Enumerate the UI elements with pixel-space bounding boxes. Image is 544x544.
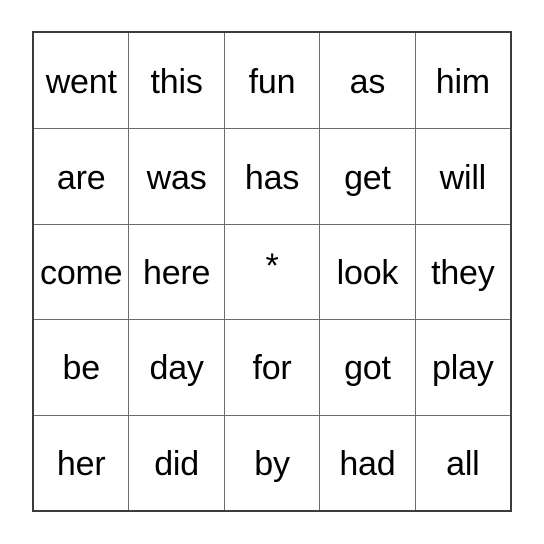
bingo-row: be day for got play: [34, 319, 511, 415]
bingo-cell-r0c3[interactable]: as: [319, 33, 415, 129]
bingo-cell-label: had: [339, 444, 396, 483]
free-space-asterisk-icon: *: [265, 246, 279, 285]
bingo-cell-r1c4[interactable]: will: [414, 129, 511, 224]
bingo-cell-label: got: [344, 349, 391, 388]
bingo-cell-r4c0[interactable]: her: [34, 415, 129, 510]
bingo-cell-label: him: [435, 62, 490, 101]
bingo-cell-label: play: [432, 349, 494, 388]
bingo-cell-label: will: [439, 158, 487, 197]
bingo-cell-label: was: [146, 158, 207, 197]
bingo-cell-r1c0[interactable]: are: [34, 129, 129, 224]
bingo-cell-r3c0[interactable]: be: [34, 320, 129, 415]
bingo-cell-label: they: [431, 253, 495, 292]
bingo-cell-r4c3[interactable]: had: [319, 415, 415, 510]
bingo-cell-r0c1[interactable]: this: [128, 33, 224, 129]
bingo-cell-label: get: [344, 158, 391, 197]
bingo-cell-r4c2[interactable]: by: [223, 415, 320, 510]
bingo-cell-label: by: [254, 444, 290, 483]
bingo-cell-label: has: [244, 158, 300, 197]
bingo-cell-r2c1[interactable]: here: [128, 224, 224, 320]
bingo-cell-label: here: [142, 253, 211, 292]
bingo-cell-r3c1[interactable]: day: [128, 320, 224, 415]
bingo-cell-r1c2[interactable]: has: [223, 129, 320, 224]
bingo-cell-label: as: [349, 62, 386, 101]
bingo-cell-r1c1[interactable]: was: [128, 129, 224, 224]
bingo-cell-label: all: [446, 444, 480, 483]
bingo-cell-label: for: [252, 349, 292, 388]
bingo-cell-r2c4[interactable]: they: [414, 224, 511, 320]
bingo-cell-label: be: [62, 349, 100, 388]
bingo-row: are was has get will: [34, 128, 511, 224]
bingo-cell-r2c0[interactable]: come: [34, 224, 129, 320]
bingo-row: come here * look they: [34, 223, 511, 320]
bingo-card: went this fun as him are was has get wil…: [32, 31, 512, 512]
bingo-cell-label: fun: [248, 62, 296, 101]
bingo-cell-r3c4[interactable]: play: [414, 320, 511, 415]
bingo-cell-label: this: [150, 62, 203, 101]
bingo-cell-r4c4[interactable]: all: [414, 415, 511, 510]
bingo-cell-r3c3[interactable]: got: [319, 320, 415, 415]
bingo-cell-label: her: [56, 444, 106, 483]
bingo-cell-label: day: [149, 349, 204, 388]
bingo-cell-r1c3[interactable]: get: [319, 129, 415, 224]
bingo-row: her did by had all: [34, 414, 511, 510]
bingo-row: went this fun as him: [34, 33, 511, 129]
bingo-cell-label: are: [56, 158, 106, 197]
bingo-cell-r0c2[interactable]: fun: [223, 33, 320, 129]
bingo-cell-r0c4[interactable]: him: [414, 33, 511, 129]
bingo-cell-r3c2[interactable]: for: [223, 320, 320, 415]
bingo-cell-label: look: [336, 253, 399, 292]
bingo-cell-free-space[interactable]: *: [223, 224, 320, 320]
bingo-cell-label: come: [40, 253, 123, 292]
bingo-cell-r2c3[interactable]: look: [319, 224, 415, 320]
bingo-cell-label: went: [45, 62, 117, 101]
bingo-cell-r0c0[interactable]: went: [34, 33, 129, 129]
bingo-cell-r4c1[interactable]: did: [128, 415, 224, 510]
bingo-cell-label: did: [154, 444, 199, 483]
